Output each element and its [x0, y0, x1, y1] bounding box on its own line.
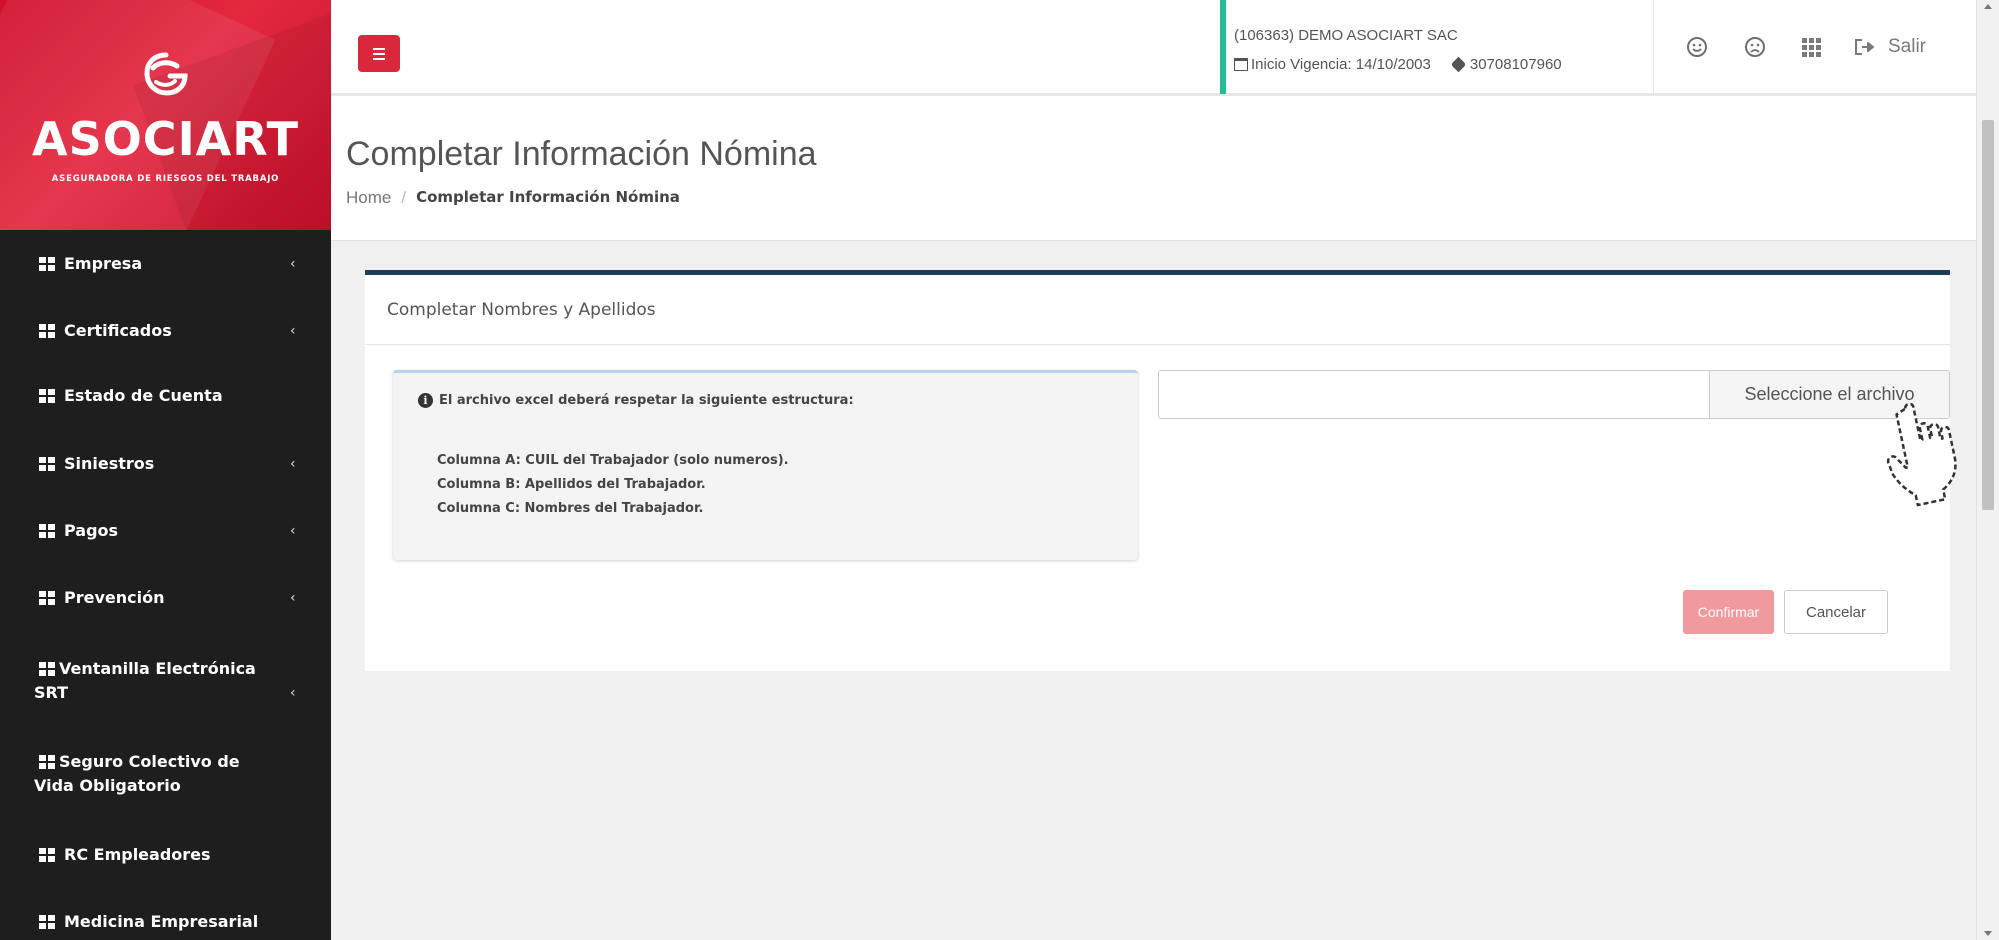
brand-subtitle: ASEGURADORA DE RIESGOS DEL TRABAJO [51, 174, 280, 184]
sidebar-item-label: Estado de Cuenta [64, 386, 223, 405]
sidebar-item-label: Certificados [64, 321, 172, 340]
hand-pointer-icon [1886, 402, 1957, 507]
sign-out-icon [1855, 39, 1874, 55]
scrollbar[interactable] [1976, 0, 1999, 940]
calendar-icon [1234, 58, 1248, 71]
frown-icon[interactable] [1744, 36, 1766, 58]
sidebar-item-estado-de-cuenta[interactable]: Estado de Cuenta [0, 384, 331, 408]
logout-label: Salir [1888, 36, 1927, 57]
sidebar-item-certificados[interactable]: Certificados ‹ [0, 319, 331, 343]
sidebar-item-medicina-empresarial[interactable]: Medicina Empresarial [0, 910, 331, 934]
cancel-button[interactable]: Cancelar [1784, 590, 1888, 634]
hamburger-icon[interactable] [358, 35, 400, 72]
info-line: Columna B: Apellidos del Trabajador. [437, 477, 706, 492]
grid-icon[interactable] [1802, 37, 1821, 57]
company-cuit: 30708107960 [1469, 56, 1562, 73]
chevron-left-icon: ‹ [290, 685, 296, 701]
scroll-thumb[interactable] [1982, 120, 1994, 510]
info-line: Columna A: CUIL del Trabajador (solo num… [437, 453, 789, 468]
menu-grid-icon [39, 848, 55, 862]
brand-logo[interactable]: ASOCIART ASEGURADORA DE RIESGOS DEL TRAB… [0, 0, 331, 230]
chevron-left-icon: ‹ [290, 523, 296, 539]
chevron-left-icon: ‹ [290, 456, 296, 472]
sidebar-item-ventanilla-electronica[interactable]: Ventanilla Electrónica SRT ‹ [0, 657, 331, 705]
info-lines: Columna A: CUIL del Trabajador (solo num… [437, 449, 789, 521]
menu-grid-icon [39, 662, 55, 676]
sidebar-item-prevencion[interactable]: Prevención ‹ [0, 586, 331, 610]
brand-name: ASOCIART [31, 112, 300, 166]
top-actions: Salir [1653, 0, 1976, 94]
smile-icon[interactable] [1686, 36, 1708, 58]
info-line: Columna C: Nombres del Trabajador. [437, 501, 704, 516]
confirm-button[interactable]: Confirmar [1683, 590, 1774, 634]
logout-button[interactable]: Salir [1854, 36, 1926, 58]
sidebar-item-label: Pagos [64, 521, 119, 540]
company-name: (106363) DEMO ASOCIART SAC [1234, 27, 1458, 44]
sidebar: ASOCIART ASEGURADORA DE RIESGOS DEL TRAB… [0, 0, 331, 940]
menu-grid-icon [39, 324, 55, 338]
sidebar-item-label: Seguro Colectivo de Vida Obligatorio [34, 752, 240, 795]
page-header: Completar Información Nómina Home / Comp… [331, 96, 1976, 241]
sidebar-item-rc-empleadores[interactable]: RC Empleadores [0, 843, 331, 867]
company-vigencia: Inicio Vigencia: 14/10/2003 [1251, 56, 1431, 73]
sidebar-item-label: Ventanilla Electrónica SRT [34, 659, 256, 702]
sidebar-item-siniestros[interactable]: Siniestros ‹ [0, 452, 331, 476]
menu-grid-icon [39, 257, 55, 271]
upload-card: Completar Nombres y Apellidos i El archi… [365, 270, 1950, 671]
menu-grid-icon [39, 524, 55, 538]
info-icon: i [418, 393, 433, 408]
sidebar-item-label: Siniestros [64, 454, 155, 473]
sidebar-item-seguro-colectivo[interactable]: Seguro Colectivo de Vida Obligatorio [0, 750, 331, 798]
sidebar-item-pagos[interactable]: Pagos ‹ [0, 519, 331, 543]
sidebar-item-label: RC Empleadores [64, 845, 211, 864]
scroll-down-icon[interactable] [1984, 931, 1992, 936]
breadcrumb-current: Completar Información Nómina [416, 188, 680, 206]
sidebar-item-label: Prevención [64, 588, 165, 607]
breadcrumb-home-link[interactable]: Home [346, 188, 391, 208]
page-title: Completar Información Nómina [346, 135, 817, 173]
info-heading: El archivo excel deberá respetar la sigu… [439, 393, 854, 408]
tag-icon [1450, 56, 1467, 73]
chevron-left-icon: ‹ [290, 323, 296, 339]
menu-grid-icon [39, 389, 55, 403]
sidebar-item-label: Empresa [64, 254, 143, 273]
file-path-input[interactable] [1158, 370, 1711, 419]
breadcrumb: Home / Completar Información Nómina [346, 188, 680, 208]
asociart-logo-icon [144, 52, 188, 96]
menu-grid-icon [39, 915, 55, 929]
menu-grid-icon [39, 755, 55, 769]
card-title: Completar Nombres y Apellidos [365, 275, 1950, 345]
chevron-left-icon: ‹ [290, 256, 296, 272]
chevron-left-icon: ‹ [290, 590, 296, 606]
menu-grid-icon [39, 457, 55, 471]
sidebar-item-empresa[interactable]: Empresa ‹ [0, 252, 331, 276]
sidebar-item-label: Medicina Empresarial [64, 912, 259, 931]
company-info: (106363) DEMO ASOCIART SAC Inicio Vigenc… [1220, 0, 1650, 94]
info-alert: i El archivo excel deberá respetar la si… [393, 370, 1138, 560]
breadcrumb-separator: / [401, 188, 407, 207]
menu-grid-icon [39, 591, 55, 605]
top-navbar: (106363) DEMO ASOCIART SAC Inicio Vigenc… [331, 0, 1976, 96]
scroll-up-icon[interactable] [1984, 4, 1992, 9]
